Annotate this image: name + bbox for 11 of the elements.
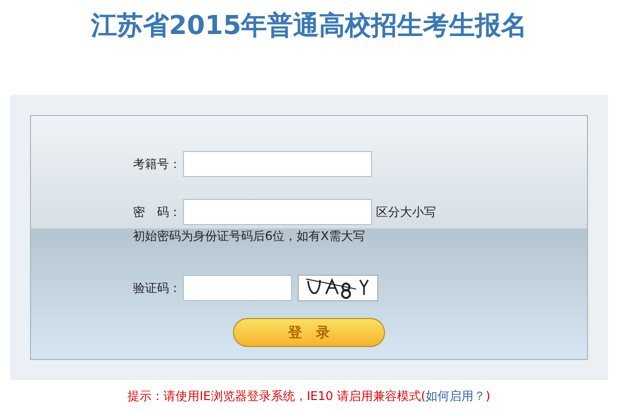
input-field[interactable] [183,199,372,225]
input-field[interactable] [183,275,292,301]
field-label: 考籍号： [133,156,182,172]
field-label: 验证码： [133,280,182,296]
input-field[interactable] [183,151,372,177]
field-note: 区分大小写 [376,204,436,220]
help-link[interactable]: 如何启用？ [426,389,486,403]
tip-text: 提示：请使用IE浏览器登录系统，IE10 请启用兼容模式(如何启用？) [126,388,492,405]
field-label: 密 码： [133,204,182,220]
page-title: 江苏省2015年普通高校招生考生报名 [90,10,528,43]
password-hint: 初始密码为身份证号码后6位，如有X需大写 [133,228,366,245]
